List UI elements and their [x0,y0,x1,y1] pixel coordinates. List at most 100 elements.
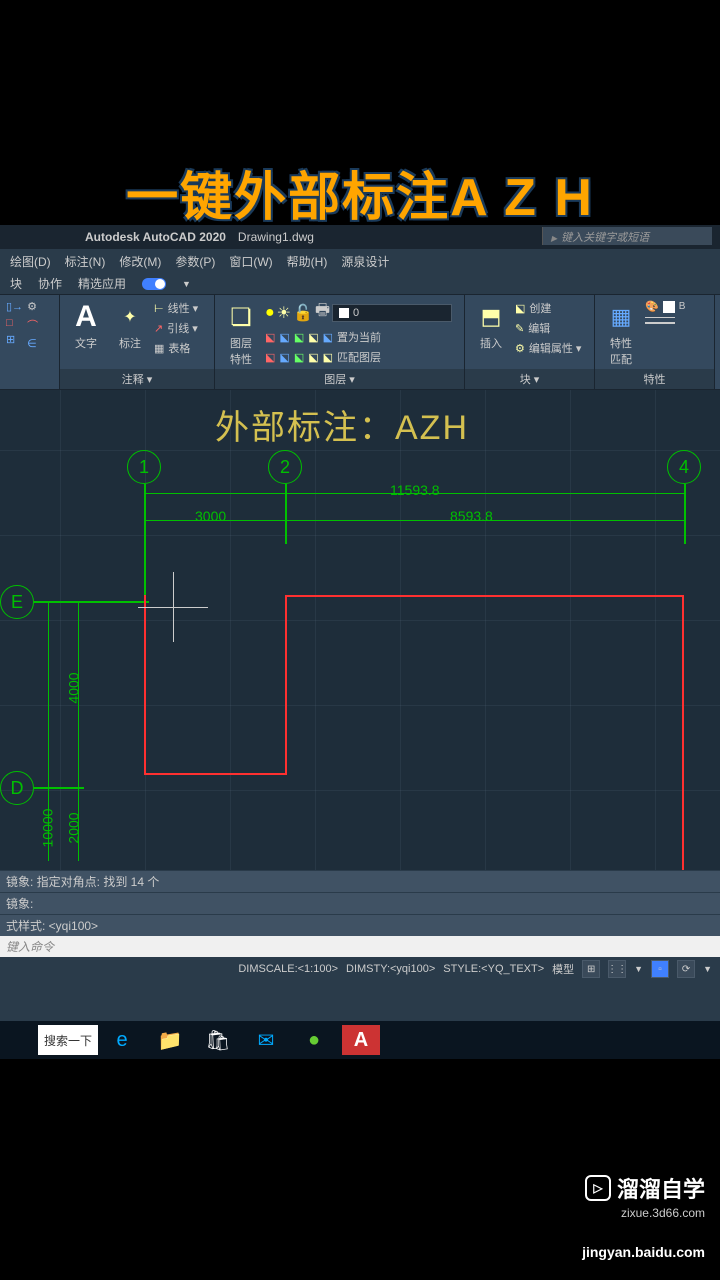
make-current-icon: ⬕ [323,331,333,344]
table-button[interactable]: ▦表格 [154,339,198,357]
status-style[interactable]: STYLE:<YQ_TEXT> [443,963,544,975]
status-dimscale[interactable]: DIMSCALE:<1:100> [238,963,338,975]
status-btn-2[interactable]: ⋮⋮ [608,960,626,978]
ribbon: ▯→ □ ⊞ ⚙ ⌒ ∈ A 文字 ✦ 标注 [0,295,720,390]
ribbon-panel-annotate: A 文字 ✦ 标注 ⊢线性 ▾ ↗引线 ▾ ▦表格 注释 ▾ [60,295,215,389]
grid-toggle-icon[interactable]: ⊞ [582,960,600,978]
linear-dim-button[interactable]: ⊢线性 ▾ [154,299,198,317]
taskbar-search[interactable]: 搜索一下 [38,1025,98,1055]
grid-bubble-D: D [0,771,34,805]
ribbon-panel-props: ▦ 特性 匹配 🎨B 特性 [595,295,715,389]
menubar: 绘图(D) 标注(N) 修改(M) 参数(P) 窗口(W) 帮助(H) 源泉设计 [0,249,720,273]
watermark-source: jingyan.baidu.com [582,1244,705,1260]
layer-btn-5[interactable]: ⬕ [265,348,275,366]
edge-icon[interactable]: e [98,1021,146,1059]
linetype-picker[interactable] [645,316,685,319]
help-search-input[interactable]: 键入关键字或短语 [542,227,712,245]
btn-icon-a[interactable]: ⚙ [27,299,38,314]
menu-yq-design[interactable]: 源泉设计 [341,253,389,270]
tab-collab[interactable]: 协作 [38,275,62,292]
status-dimsty[interactable]: DIMSTY:<yqi100> [346,963,435,975]
tab-blocks[interactable]: 块 [10,275,22,292]
edit-icon: ✎ [515,322,524,335]
leader-button[interactable]: ↗引线 ▾ [154,319,198,337]
leader-icon: ↗ [154,322,163,335]
make-current-button[interactable]: ⬕置为当前 [323,328,381,346]
insert-button[interactable]: ⬒ 插入 [471,299,511,353]
ribbon-panel-blocks: ⬒ 插入 ⬕创建 ✎编辑 ⚙编辑属性 ▾ 块 ▾ [465,295,595,389]
plot-icon[interactable]: 🖶 [315,299,330,326]
menu-parametric[interactable]: 参数(P) [175,253,215,270]
match-layer-button[interactable]: ⬕匹配图层 [323,348,381,366]
trim-icon: □ [6,317,13,329]
subset-icon: ∈ [27,337,37,350]
tab-featured[interactable]: 精选应用 [78,275,126,292]
crosshair-v [173,572,174,642]
menu-dimension[interactable]: 标注(N) [65,253,106,270]
menu-modify[interactable]: 修改(M) [119,253,161,270]
explorer-icon[interactable]: 📁 [146,1021,194,1059]
create-block-button[interactable]: ⬕创建 [515,299,581,317]
status-btn-3[interactable]: ▫ [651,960,669,978]
store-icon[interactable]: 🛍 [194,1021,242,1059]
ribbon-tabs: 块 协作 精选应用 ▼ [0,273,720,295]
props-button[interactable]: ▦ 特性 匹配 [601,299,641,369]
layer-btn-1[interactable]: ⬕ [265,328,275,346]
layer-btn-2[interactable]: ⬕ [279,328,289,346]
edit-block-button[interactable]: ✎编辑 [515,319,581,337]
layer-btn-6[interactable]: ⬕ [279,348,289,366]
play-icon: ▷ [585,1175,611,1201]
refresh-icon[interactable]: ⟳ [677,960,695,978]
command-area: 镜象: 指定对角点: 找到 14 个 镜象: 式样式: <yqi100> 键入命… [0,870,720,957]
props-icon: ▦ [605,301,637,333]
dim-v1: 4000 [66,672,82,703]
command-input[interactable]: 键入命令 [0,936,720,957]
dim-v3: 10000 [39,809,55,848]
btn-stretch[interactable]: ▯→ [6,299,23,314]
insert-icon: ⬒ [475,301,507,333]
dimension-icon: ✦ [114,301,146,333]
dimension-button[interactable]: ✦ 标注 [110,299,150,353]
layer-props-button[interactable]: ❏ 图层 特性 [221,299,261,369]
panel-label-props: 特性 [595,369,714,389]
edit-attrs-button[interactable]: ⚙编辑属性 ▾ [515,339,581,357]
menu-help[interactable]: 帮助(H) [287,253,328,270]
btn-trim[interactable]: □ [6,316,23,330]
dim-1: 3000 [195,508,226,524]
color-picker[interactable]: 🎨B [645,299,685,314]
gear-icon: ⚙ [27,300,37,313]
toggle-switch[interactable] [142,278,166,290]
btn-icon-b[interactable]: ⌒ [27,316,38,334]
grid-bubble-E: E [0,585,34,619]
titlebar: Autodesk AutoCAD 2020 Drawing1.dwg 键入关键字… [0,225,720,249]
layer-btn-8[interactable]: ⬕ [308,348,318,366]
layer-btn-3[interactable]: ⬕ [294,328,304,346]
status-model[interactable]: 模型 [552,961,574,977]
menu-draw[interactable]: 绘图(D) [10,253,51,270]
menu-window[interactable]: 窗口(W) [229,253,272,270]
layer-dropdown[interactable]: 0 [332,304,452,322]
lineweight-picker[interactable] [645,321,685,325]
dim-2: 8593.8 [450,508,493,524]
text-icon: A [70,301,102,333]
autocad-taskbar-icon[interactable]: A [342,1025,380,1055]
bulb-icon[interactable]: ● [265,304,275,322]
layer-btn-4[interactable]: ⬕ [308,328,318,346]
chevron-down-icon[interactable]: ▼ [182,279,191,289]
sun-icon[interactable]: ☀ [277,303,291,323]
document-name: Drawing1.dwg [238,230,314,244]
video-overlay-title: 一键外部标注A Z H [0,155,720,230]
btn-icon-c[interactable]: ∈ [27,336,38,351]
browser-icon[interactable]: ● [290,1021,338,1059]
attr-icon: ⚙ [515,342,525,355]
mail-icon[interactable]: ✉ [242,1021,290,1059]
wall-h1 [285,595,684,597]
layer-btn-7[interactable]: ⬕ [294,348,304,366]
chevron-down-icon[interactable]: ▼ [703,964,712,974]
lock-icon[interactable]: 🔓 [293,303,313,323]
text-button[interactable]: A 文字 [66,299,106,353]
btn-array[interactable]: ⊞ [6,332,23,347]
chevron-down-icon[interactable]: ▼ [634,964,643,974]
dim-total: 11593.8 [390,482,440,498]
drawing-canvas[interactable]: 外部标注：AZH 1 2 4 E D 11593.8 3000 8593.8 4… [0,390,720,870]
